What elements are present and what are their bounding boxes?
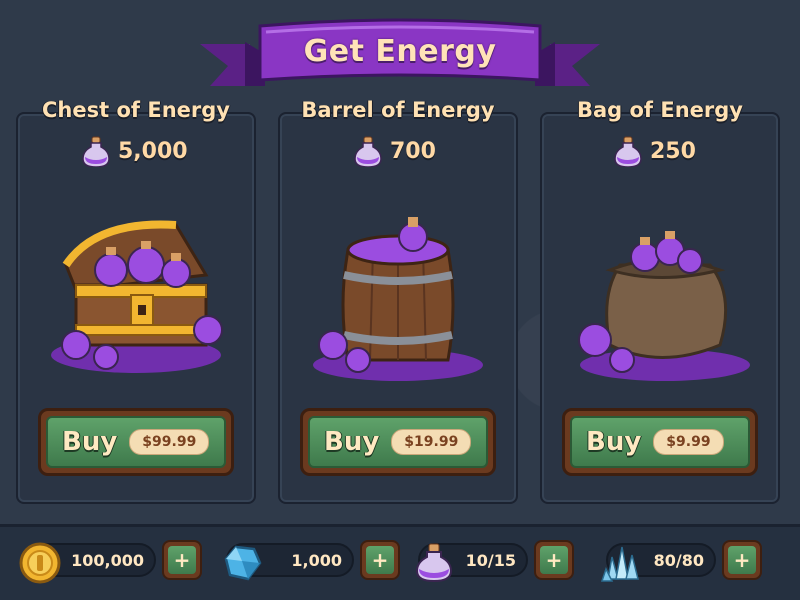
crystals-group: 80/80 — [600, 543, 716, 582]
add-crystals-button[interactable]: + — [722, 540, 762, 580]
price-tag: $19.99 — [391, 429, 472, 455]
offer-amount-row: 700 — [354, 134, 436, 168]
buy-button-face: Buy $9.99 — [570, 416, 750, 468]
plus-icon: + — [168, 546, 196, 574]
gems-value: 1,000 — [291, 550, 342, 570]
barrel-icon — [313, 217, 483, 381]
energy-resource: 10/15 + — [415, 536, 574, 584]
potion-icon — [82, 136, 110, 167]
energy-value: 10/15 — [465, 550, 516, 570]
potion-icon — [354, 136, 382, 167]
plus-icon: + — [366, 546, 394, 574]
sack-icon — [578, 231, 750, 381]
offer-title: Bag of Energy — [576, 98, 743, 122]
buy-label: Buy — [586, 427, 642, 457]
gems-resource: 1,000 + — [224, 536, 400, 584]
add-coins-button[interactable]: + — [162, 540, 202, 580]
buy-button-face: Buy $99.99 — [46, 416, 226, 468]
add-energy-button[interactable]: + — [534, 540, 574, 580]
crystals-resource: 80/80 + — [600, 536, 762, 584]
energy-amount: 5,000 — [118, 138, 188, 164]
buy-label: Buy — [324, 427, 380, 457]
gems-group: 1,000 — [224, 543, 354, 581]
buy-bag-button[interactable]: Buy $9.99 — [562, 408, 758, 476]
buy-button-face: Buy $19.99 — [308, 416, 488, 468]
buy-chest-button[interactable]: Buy $99.99 — [38, 408, 234, 476]
price-tag: $99.99 — [129, 429, 210, 455]
price-tag: $9.99 — [653, 429, 724, 455]
plus-icon: + — [540, 546, 568, 574]
crystals-value: 80/80 — [653, 550, 704, 570]
coin-icon — [19, 542, 61, 584]
offer-title: Chest of Energy — [42, 98, 230, 122]
offer-amount-row: 5,000 — [82, 134, 188, 168]
crystal-icon — [600, 546, 639, 582]
buy-barrel-button[interactable]: Buy $19.99 — [300, 408, 496, 476]
potion-icon — [415, 543, 453, 583]
potion-icon — [614, 136, 642, 167]
coins-group: 100,000 — [19, 542, 156, 584]
coins-value: 100,000 — [71, 550, 144, 570]
buy-label: Buy — [62, 427, 118, 457]
energy-amount: 700 — [390, 138, 436, 164]
coins-resource: 100,000 + — [19, 536, 202, 584]
gem-icon — [224, 545, 262, 581]
plus-icon: + — [728, 546, 756, 574]
energy-amount: 250 — [650, 138, 696, 164]
energy-group: 10/15 — [415, 543, 528, 583]
offer-amount-row: 250 — [614, 134, 696, 168]
page-title: Get Energy — [303, 34, 497, 69]
title-banner: Get Energy — [200, 14, 600, 94]
offer-title: Barrel of Energy — [301, 98, 495, 122]
treasure-chest-icon — [51, 220, 223, 373]
add-gems-button[interactable]: + — [360, 540, 400, 580]
